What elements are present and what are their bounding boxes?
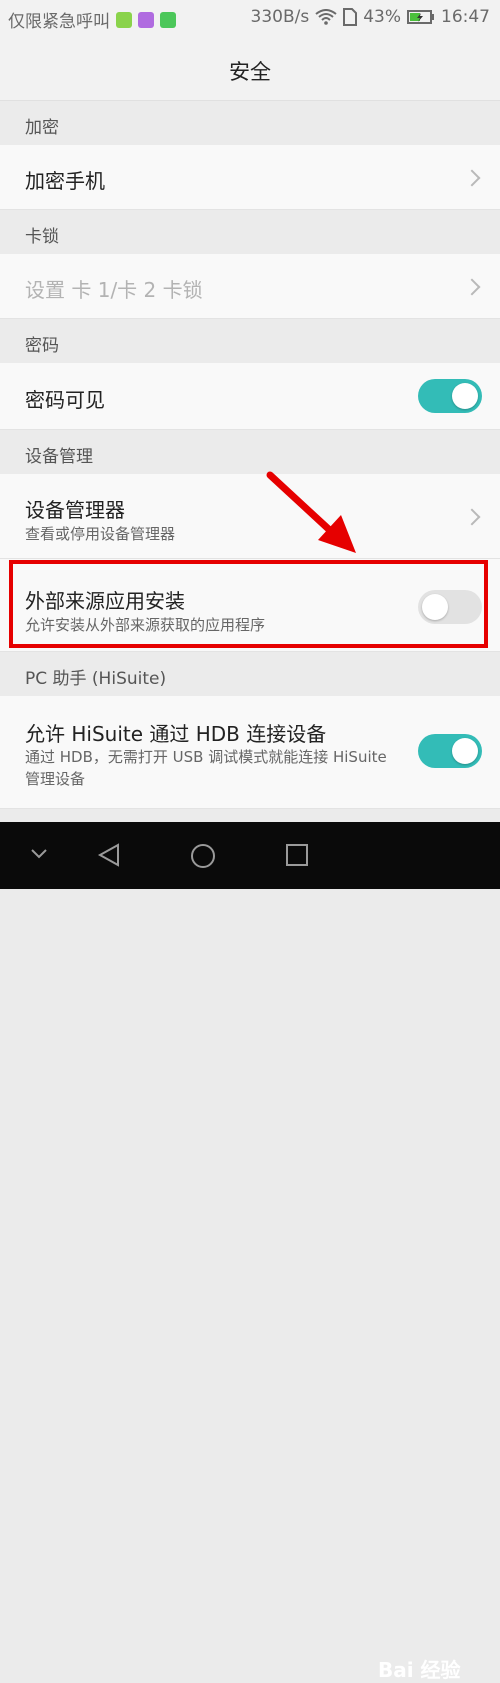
collapse-chevron-icon[interactable]	[30, 848, 48, 860]
navigation-bar: Bai 经验	[0, 822, 500, 1682]
baidu-watermark: Bai 经验	[378, 1658, 461, 1682]
recent-apps-icon[interactable]	[285, 843, 309, 867]
back-icon[interactable]	[96, 842, 122, 868]
red-arrow-icon	[266, 471, 356, 553]
home-icon[interactable]	[189, 842, 217, 870]
